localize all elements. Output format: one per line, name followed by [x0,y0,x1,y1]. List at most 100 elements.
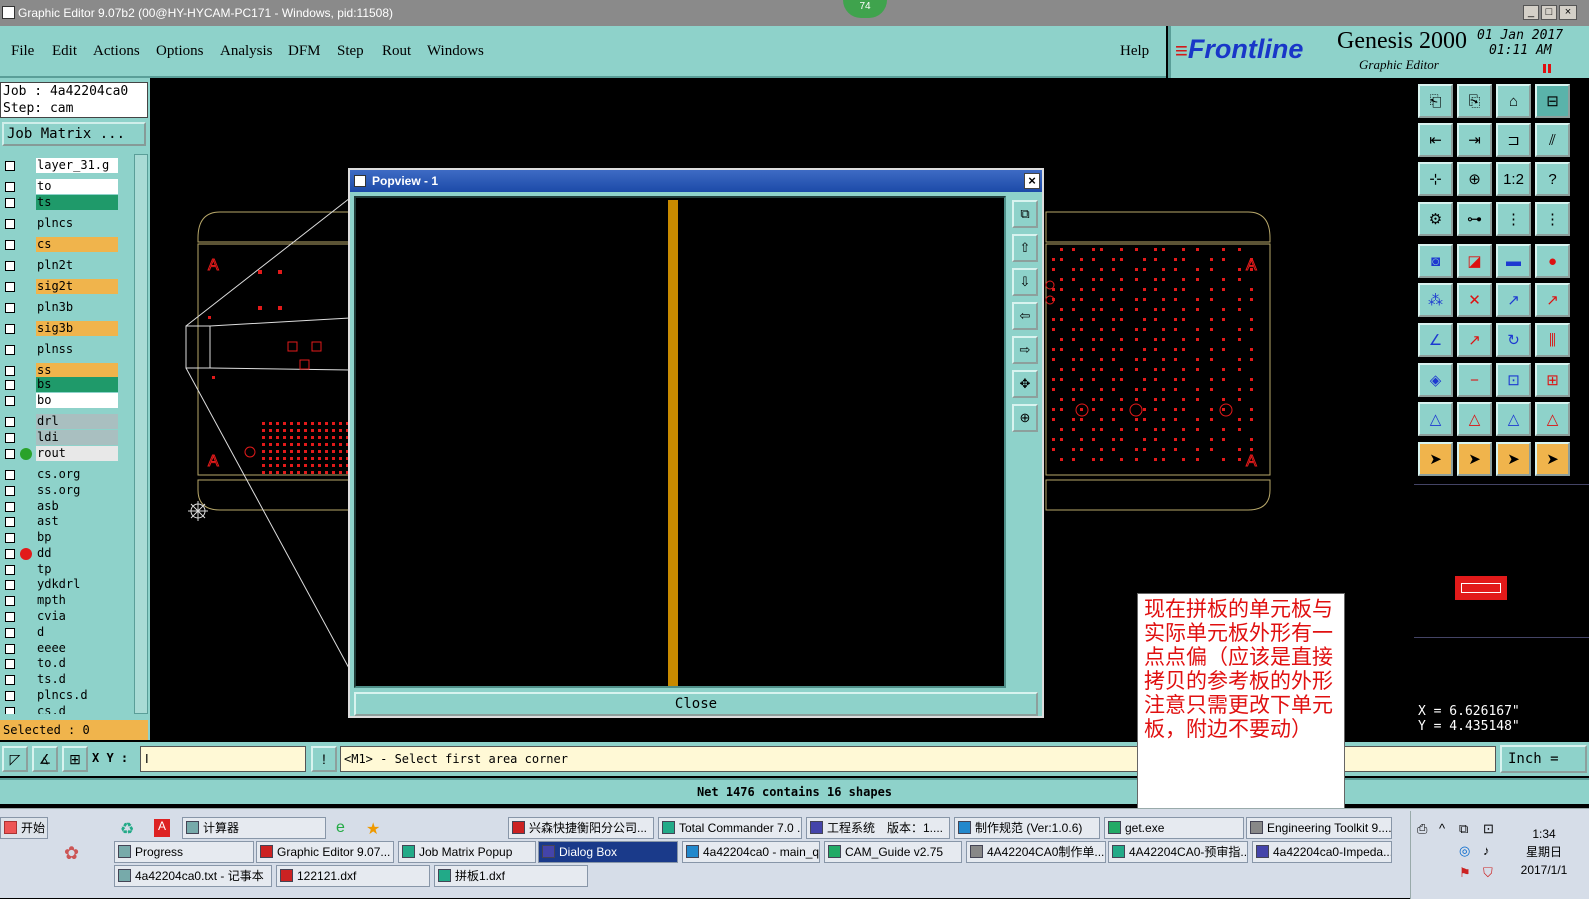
layer-row[interactable]: ast [0,514,134,530]
layer-checkbox[interactable] [5,628,15,638]
layer-row[interactable]: ts [0,195,134,211]
taskbar-button[interactable]: 拼板1.dxf [434,865,588,887]
tool-layers-icon[interactable]: ⋮ [1496,202,1531,236]
menu-edit[interactable]: Edit [52,43,77,60]
tool-layers2-icon[interactable]: ⋮ [1535,202,1570,236]
layer-row[interactable]: tp [0,562,134,578]
layer-checkbox[interactable] [5,675,15,685]
popview-close-icon[interactable]: × [1024,173,1040,189]
layer-checkbox[interactable] [5,644,15,654]
taskbar-button[interactable]: 4a42204ca0.txt - 记事本 [114,865,272,887]
layer-checkbox[interactable] [5,182,15,192]
taskbar-button[interactable]: 4a42204ca0-Impeda... [1252,841,1392,863]
zoom-home-icon[interactable]: ✥ [1012,370,1038,398]
tool-copy-icon[interactable]: ↗ [1535,283,1570,317]
layer-checkbox[interactable] [5,433,15,443]
taskbar-button[interactable]: 工程系统 版本：1.... [806,817,950,839]
layer-row[interactable]: bo [0,393,134,409]
grid-icon[interactable]: ⊞ [62,746,88,772]
tool-prev-icon[interactable]: ⇤ [1418,123,1453,157]
popview-close-button[interactable]: Close [354,692,1038,716]
flower-icon[interactable]: ✿ [64,843,84,863]
taskbar-button[interactable]: Engineering Toolkit 9.... [1246,817,1392,839]
ie-icon[interactable]: e [336,819,352,837]
layer-checkbox[interactable] [5,396,15,406]
tool-grid-icon[interactable]: ⊞ [1535,363,1570,397]
tool-triangle3-icon[interactable]: △ [1496,402,1531,436]
alert-icon[interactable]: ! [311,746,337,772]
tool-select-icon[interactable]: ➤ [1418,442,1453,476]
menu-file[interactable]: File [11,43,34,60]
layer-row[interactable]: to.d [0,656,134,672]
menu-step[interactable]: Step [337,43,364,60]
tool-connect-icon[interactable]: ⁂ [1418,283,1453,317]
layer-row[interactable]: eeee [0,641,134,657]
layer-checkbox[interactable] [5,580,15,590]
taskbar-button[interactable]: Progress [114,841,254,863]
tool-next-icon[interactable]: ⇥ [1457,123,1492,157]
menu-windows[interactable]: Windows [427,43,484,60]
layer-checkbox[interactable] [5,517,15,527]
tray-flag-icon[interactable]: ⚑ [1459,865,1471,881]
tool-delete-icon[interactable]: ✕ [1457,283,1492,317]
menu-help[interactable]: Help [1120,43,1149,60]
menu-analysis[interactable]: Analysis [220,43,273,60]
layer-row[interactable]: plnss [0,342,134,358]
tool-measure-icon[interactable]: ⊡ [1496,363,1531,397]
layer-checkbox[interactable] [5,417,15,427]
pan-up-icon[interactable]: ⇧ [1012,234,1038,262]
layer-row[interactable]: mpth [0,593,134,609]
taskbar-button[interactable]: 122121.dxf [276,865,430,887]
tool-zoom-box-icon[interactable]: ⊹ [1418,162,1453,196]
layer-checkbox[interactable] [5,486,15,496]
zoom-fit-icon[interactable]: ⊕ [1012,404,1038,432]
layer-checkbox[interactable] [5,282,15,292]
layer-row[interactable]: drl [0,414,134,430]
taskbar-button[interactable]: Dialog Box [538,841,678,863]
taskbar-button[interactable]: Total Commander 7.0 ... [658,817,802,839]
pan-right-icon[interactable]: ⇨ [1012,336,1038,364]
tool-triangle2-icon[interactable]: △ [1457,402,1492,436]
tray-network-icon[interactable]: ⊡ [1483,821,1494,837]
layer-row[interactable]: pln3b [0,300,134,316]
tool-split-icon[interactable]: ⊐ [1496,123,1531,157]
layer-row[interactable]: asb [0,499,134,515]
taskbar-button[interactable]: 兴森快捷衡阳分公司... [508,817,654,839]
layer-row[interactable]: ldi [0,430,134,446]
popview-canvas[interactable] [354,196,1006,688]
tray-print-icon[interactable]: ⎙ [1417,821,1427,837]
layer-row[interactable]: d [0,625,134,641]
tray-shield-icon[interactable]: ⛉ [1483,865,1493,881]
tool-surface-icon[interactable]: ◪ [1457,244,1492,278]
layer-row[interactable]: bp [0,530,134,546]
layer-checkbox[interactable] [5,659,15,669]
overview-map[interactable] [1414,546,1589,638]
tool-home-icon[interactable]: ⌂ [1496,84,1531,118]
zoom-window-icon[interactable]: ⧉ [1012,200,1038,228]
snap-icon[interactable]: ◸ [2,746,28,772]
taskbar-button[interactable]: 4A42204CA0制作单.... [966,841,1106,863]
menu-rout[interactable]: Rout [382,43,411,60]
layer-checkbox[interactable] [5,470,15,480]
popview-titlebar[interactable]: Popview - 1 × [350,170,1042,192]
maximize-button[interactable]: □ [1541,5,1557,20]
layer-checkbox[interactable] [5,533,15,543]
layer-row[interactable]: pln2t [0,258,134,274]
layer-checkbox[interactable] [5,502,15,512]
layer-row[interactable]: cs.d [0,704,134,714]
start-button[interactable]: 开始 [0,817,48,839]
tool-zoom-icon[interactable]: ⊕ [1457,162,1492,196]
tool-line-icon[interactable]: ▬ [1496,244,1531,278]
tool-key-icon[interactable]: ⊶ [1457,202,1492,236]
layer-checkbox[interactable] [5,240,15,250]
taskbar-button[interactable]: 计算器 [182,817,326,839]
taskbar-button[interactable]: Graphic Editor 9.07... [256,841,394,863]
pan-left-icon[interactable]: ⇦ [1012,302,1038,330]
layer-checkbox[interactable] [5,198,15,208]
pdf-icon[interactable]: A [154,819,170,837]
layer-row[interactable]: bs [0,377,134,393]
taskbar-button[interactable]: get.exe [1104,817,1244,839]
tool-help-icon[interactable]: ? [1535,162,1570,196]
tool-minus-icon[interactable]: − [1457,363,1492,397]
tool-select3-icon[interactable]: ➤ [1496,442,1531,476]
